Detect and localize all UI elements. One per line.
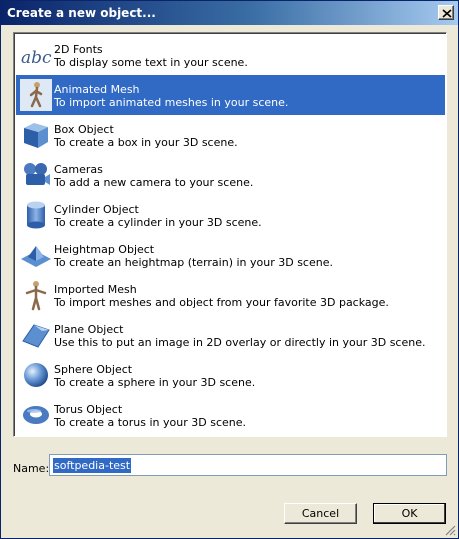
list-item-heightmap-object[interactable]: Heightmap Object To create an heightmap …: [16, 235, 445, 275]
figure-icon: [20, 279, 52, 311]
item-name: Animated Mesh: [54, 83, 140, 96]
text-abc-icon: abc: [20, 39, 52, 71]
walking-figure-icon: [20, 79, 52, 111]
create-object-dialog: Create a new object... abc 2D Fonts To d…: [0, 0, 459, 539]
sphere-icon: [20, 359, 52, 391]
item-description: To import animated meshes in your scene.: [54, 96, 289, 109]
item-description: To create a sphere in your 3D scene.: [54, 376, 256, 389]
plane-icon: [20, 319, 52, 351]
resize-grip-icon[interactable]: [444, 524, 456, 536]
list-item-cylinder-object[interactable]: Cylinder Object To create a cylinder in …: [16, 195, 445, 235]
item-name: Plane Object: [54, 323, 124, 336]
item-name: Cameras: [54, 163, 103, 176]
item-description: To create a box in your 3D scene.: [54, 136, 238, 149]
item-name: Sphere Object: [54, 363, 133, 376]
item-description: To import meshes and object from your fa…: [54, 296, 389, 309]
camera-icon: [20, 159, 52, 191]
title-bar[interactable]: Create a new object...: [1, 1, 458, 25]
box-icon: [20, 119, 52, 151]
item-description: To create a cylinder in your 3D scene.: [54, 216, 262, 229]
item-name: Cylinder Object: [54, 203, 139, 216]
close-icon: [442, 9, 452, 18]
terrain-icon: [20, 239, 52, 271]
list-item-torus-object[interactable]: Torus Object To create a torus in your 3…: [16, 395, 445, 435]
item-name: Heightmap Object: [54, 243, 155, 256]
name-label: Name:: [13, 462, 50, 475]
name-input-value: softpedia-test: [53, 458, 132, 473]
cylinder-icon: [20, 199, 52, 231]
ok-button[interactable]: OK: [373, 503, 446, 524]
name-input[interactable]: softpedia-test: [49, 454, 447, 476]
item-name: Torus Object: [54, 403, 123, 416]
item-description: To create an heightmap (terrain) in your…: [54, 256, 333, 269]
item-name: Imported Mesh: [54, 283, 137, 296]
object-type-list[interactable]: abc 2D Fonts To display some text in you…: [13, 32, 447, 437]
item-description: To add a new camera to your scene.: [54, 176, 254, 189]
list-item-2d-fonts[interactable]: abc 2D Fonts To display some text in you…: [16, 35, 445, 75]
list-item-cameras[interactable]: Cameras To add a new camera to your scen…: [16, 155, 445, 195]
cancel-button[interactable]: Cancel: [284, 503, 357, 524]
item-description: To create a torus in your 3D scene.: [54, 416, 246, 429]
list-item-box-object[interactable]: Box Object To create a box in your 3D sc…: [16, 115, 445, 155]
close-button[interactable]: [438, 5, 454, 20]
item-description: Use this to put an image in 2D overlay o…: [54, 336, 426, 349]
list-item-sphere-object[interactable]: Sphere Object To create a sphere in your…: [16, 355, 445, 395]
list-item-plane-object[interactable]: Plane Object Use this to put an image in…: [16, 315, 445, 355]
item-description: To display some text in your scene.: [54, 56, 248, 69]
window-title: Create a new object...: [7, 6, 156, 20]
torus-icon: [20, 399, 52, 431]
svg-text:abc: abc: [21, 48, 52, 68]
item-name: Box Object: [54, 123, 114, 136]
item-name: 2D Fonts: [54, 43, 103, 56]
list-item-imported-mesh[interactable]: Imported Mesh To import meshes and objec…: [16, 275, 445, 315]
list-item-animated-mesh[interactable]: Animated Mesh To import animated meshes …: [16, 75, 445, 115]
